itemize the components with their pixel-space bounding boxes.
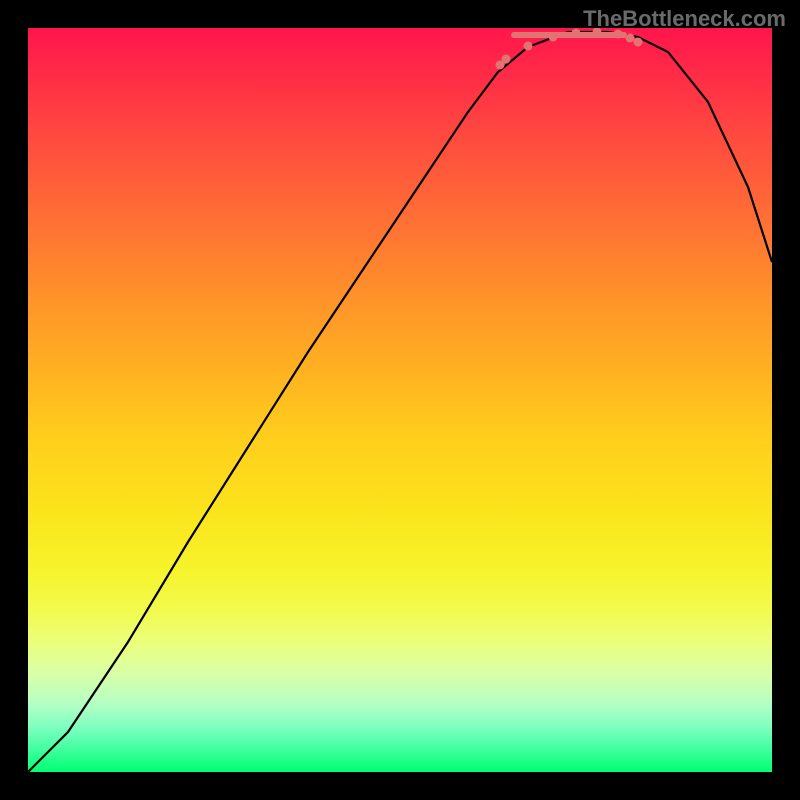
highlight-region <box>496 28 643 70</box>
highlight-dot <box>634 38 643 47</box>
bottleneck-curve-line <box>28 32 772 772</box>
highlight-dot <box>572 29 581 38</box>
chart-plot-area <box>28 28 772 772</box>
highlight-dot <box>549 33 558 42</box>
highlight-dot <box>626 34 635 43</box>
chart-svg <box>28 28 772 772</box>
highlight-dot <box>502 55 511 64</box>
watermark-text: TheBottleneck.com <box>583 6 786 32</box>
highlight-dot <box>524 42 533 51</box>
